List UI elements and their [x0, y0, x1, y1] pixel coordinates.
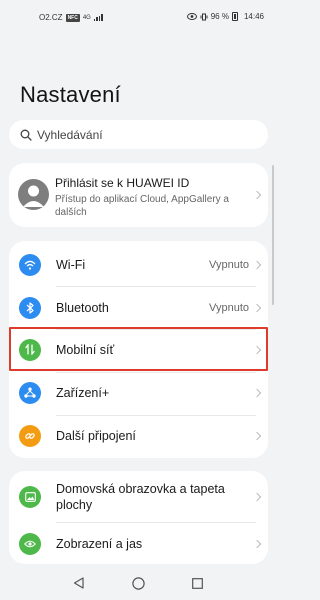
battery-icon — [231, 12, 238, 21]
recents-icon[interactable] — [192, 578, 203, 589]
battery-percent: 96 % — [210, 12, 229, 21]
vibrate-icon — [200, 13, 208, 20]
chevron-right-icon — [252, 303, 262, 312]
display-brightness-item[interactable]: Zobrazení a jas — [9, 522, 268, 565]
search-input[interactable]: Vyhledávání — [9, 120, 268, 149]
chevron-right-icon — [252, 492, 262, 502]
display-brightness-label: Zobrazení a jas — [56, 536, 143, 551]
network-type: 4G — [82, 14, 91, 21]
wifi-item[interactable]: Wi-Fi Vypnuto — [9, 243, 268, 286]
scrollbar[interactable] — [272, 165, 274, 305]
account-subtitle: Přístup do aplikací Cloud, AppGallery a … — [55, 194, 229, 218]
wallpaper-icon — [19, 486, 41, 508]
home-screen-item[interactable]: Domovská obrazovka a tapeta plochy — [9, 473, 268, 521]
avatar-icon — [23, 185, 44, 207]
status-right: 96 % 14:46 — [186, 12, 264, 21]
avatar — [18, 179, 49, 210]
chevron-right-icon — [252, 539, 262, 548]
account-title: Přihlásit se k HUAWEI ID — [55, 176, 190, 190]
device-plus-label: Zařízení+ — [56, 385, 110, 400]
wifi-icon — [19, 253, 41, 276]
more-connections-label: Další připojení — [56, 428, 136, 443]
navigation-bar — [0, 560, 277, 600]
chevron-right-icon — [252, 190, 262, 200]
bluetooth-status: Vypnuto — [209, 301, 249, 314]
status-bar: O2.CZ NFC 4G 96 % 14:46 — [0, 0, 277, 34]
wifi-status: Vypnuto — [209, 258, 249, 271]
more-connections-item[interactable]: Další připojení — [9, 414, 268, 457]
status-left: O2.CZ NFC 4G — [39, 13, 103, 22]
bluetooth-icon — [19, 296, 41, 319]
page-title: Nastavení — [20, 82, 121, 107]
chevron-right-icon — [252, 260, 262, 269]
signal-icon — [93, 14, 103, 21]
chevron-right-icon — [252, 388, 262, 397]
display-card: Domovská obrazovka a tapeta plochy Zobra… — [9, 471, 268, 564]
clock: 14:46 — [243, 12, 264, 21]
chevron-right-icon — [252, 431, 262, 440]
wifi-label: Wi-Fi — [56, 257, 86, 272]
eye-comfort-icon — [186, 13, 197, 20]
bluetooth-label: Bluetooth — [56, 300, 109, 315]
back-icon[interactable] — [73, 577, 84, 589]
eye-icon — [19, 532, 41, 555]
device-plus-icon — [19, 381, 41, 404]
search-icon — [20, 129, 32, 141]
search-placeholder: Vyhledávání — [37, 127, 103, 142]
home-screen-label: Domovská obrazovka a tapeta plochy — [56, 482, 225, 512]
nfc-icon: NFC — [65, 13, 80, 22]
home-icon[interactable] — [132, 577, 145, 590]
link-icon — [19, 424, 41, 447]
device-plus-item[interactable]: Zařízení+ — [9, 371, 268, 414]
carrier-label: O2.CZ — [39, 13, 63, 22]
account-card[interactable]: Přihlásit se k HUAWEI ID Přístup do apli… — [9, 163, 268, 227]
bluetooth-item[interactable]: Bluetooth Vypnuto — [9, 286, 268, 329]
highlight-box — [9, 327, 268, 371]
